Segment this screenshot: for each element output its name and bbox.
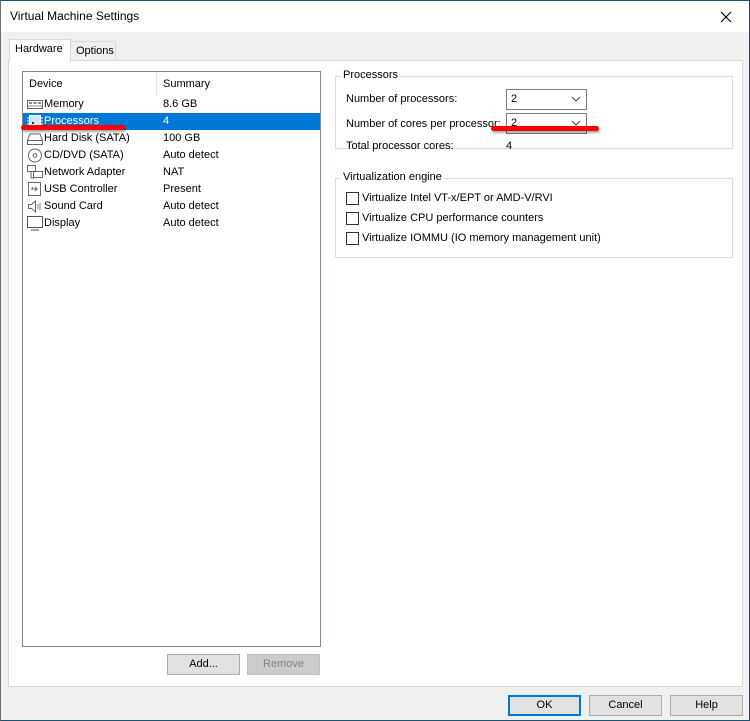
device-summary: Auto detect bbox=[163, 200, 219, 212]
hard-disk-icon bbox=[27, 133, 43, 145]
close-icon bbox=[720, 11, 732, 22]
total-cores-value: 4 bbox=[506, 140, 513, 152]
tab-hardware[interactable]: Hardware bbox=[9, 39, 71, 62]
total-cores-label: Total processor cores: bbox=[346, 140, 454, 152]
device-row-network-adapter[interactable]: Network Adapter NAT bbox=[23, 164, 320, 181]
processors-group-label: Processors bbox=[341, 69, 401, 81]
usb-icon bbox=[28, 182, 41, 196]
chevron-down-icon bbox=[571, 96, 581, 102]
add-device-button[interactable]: Add... bbox=[167, 654, 240, 675]
virtualize-vtx-label: Virtualize Intel VT-x/EPT or AMD-V/RVI bbox=[362, 192, 553, 204]
red-underline-annotation-cores bbox=[491, 126, 599, 131]
device-summary: 100 GB bbox=[163, 132, 201, 144]
memory-icon bbox=[27, 100, 43, 109]
device-name: CD/DVD (SATA) bbox=[44, 149, 124, 161]
device-summary: Auto detect bbox=[163, 217, 219, 229]
close-button[interactable] bbox=[703, 1, 749, 32]
remove-device-button[interactable]: Remove bbox=[247, 654, 320, 675]
network-adapter-icon bbox=[27, 165, 43, 179]
num-processors-select[interactable]: 2 bbox=[506, 89, 587, 110]
device-name: Sound Card bbox=[44, 200, 103, 212]
device-row-display[interactable]: Display Auto detect bbox=[23, 215, 320, 232]
processors-group: Processors Number of processors: 2 Numbe… bbox=[335, 69, 733, 152]
virtualize-iommu-label: Virtualize IOMMU (IO memory management u… bbox=[362, 232, 601, 244]
cancel-button[interactable]: Cancel bbox=[589, 695, 662, 716]
hardware-tab-pane: Device Summary Memory 8.6 GB Processors … bbox=[8, 60, 743, 687]
device-summary: NAT bbox=[163, 166, 185, 178]
device-row-memory[interactable]: Memory 8.6 GB bbox=[23, 96, 320, 113]
virtualize-perf-counters-label: Virtualize CPU performance counters bbox=[362, 212, 544, 224]
column-header-summary[interactable]: Summary bbox=[163, 78, 210, 90]
device-name: Network Adapter bbox=[44, 166, 126, 178]
cd-dvd-icon bbox=[28, 148, 42, 163]
column-divider[interactable] bbox=[156, 72, 157, 96]
column-header-device[interactable]: Device bbox=[29, 78, 63, 90]
virtualization-group-label: Virtualization engine bbox=[341, 171, 444, 183]
device-list[interactable]: Device Summary Memory 8.6 GB Processors … bbox=[22, 71, 321, 647]
num-processors-value: 2 bbox=[511, 93, 518, 105]
window-title: Virtual Machine Settings bbox=[10, 9, 140, 23]
title-bar: Virtual Machine Settings bbox=[1, 1, 749, 32]
red-underline-annotation-processors bbox=[21, 125, 125, 130]
virtual-machine-settings-window: Virtual Machine Settings Hardware Option… bbox=[0, 0, 750, 721]
tab-options[interactable]: Options bbox=[70, 41, 116, 61]
device-row-hard-disk[interactable]: Hard Disk (SATA) 100 GB bbox=[23, 130, 320, 147]
display-icon bbox=[27, 216, 43, 231]
device-row-cd-dvd[interactable]: CD/DVD (SATA) Auto detect bbox=[23, 147, 320, 164]
device-summary: 4 bbox=[163, 115, 170, 127]
ok-button[interactable]: OK bbox=[508, 695, 581, 716]
device-name: Hard Disk (SATA) bbox=[44, 132, 130, 144]
device-name: Display bbox=[44, 217, 81, 229]
device-list-header: Device Summary bbox=[23, 72, 320, 96]
device-row-sound-card[interactable]: Sound Card Auto detect bbox=[23, 198, 320, 215]
device-name: Memory bbox=[44, 98, 84, 110]
sound-card-icon bbox=[28, 199, 41, 214]
device-summary: 8.6 GB bbox=[163, 98, 198, 110]
virtualize-iommu-checkbox[interactable] bbox=[346, 232, 359, 245]
virtualize-perf-counters-checkbox[interactable] bbox=[346, 212, 359, 225]
device-name: USB Controller bbox=[44, 183, 118, 195]
num-processors-label: Number of processors: bbox=[346, 93, 458, 105]
help-button[interactable]: Help bbox=[670, 695, 743, 716]
cores-per-processor-label: Number of cores per processor: bbox=[346, 118, 501, 130]
virtualize-vtx-checkbox[interactable] bbox=[346, 192, 359, 205]
device-row-usb-controller[interactable]: USB Controller Present bbox=[23, 181, 320, 198]
virtualization-engine-group: Virtualization engine Virtualize Intel V… bbox=[335, 171, 733, 258]
device-summary: Auto detect bbox=[163, 149, 219, 161]
device-summary: Present bbox=[163, 183, 201, 195]
